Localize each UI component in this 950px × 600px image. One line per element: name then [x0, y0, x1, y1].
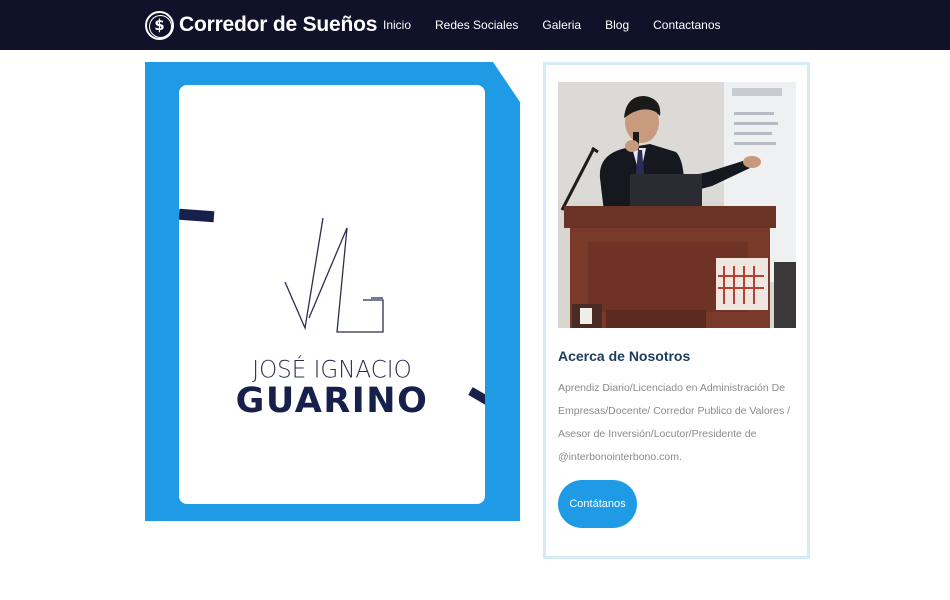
jig-monogram-icon [284, 217, 384, 333]
contact-button[interactable]: Contátanos [558, 480, 637, 528]
decorative-dash [179, 208, 215, 223]
main-nav: Inicio Redes Sociales Galeria Blog Conta… [383, 0, 745, 50]
nav-contactanos[interactable]: Contactanos [653, 18, 720, 32]
brand-name: Corredor de Sueños [179, 13, 378, 36]
logo-last-name: GUARINO [235, 381, 429, 421]
logo-first-name: JOSÉ IGNACIO [252, 356, 412, 384]
about-description: Aprendiz Diario/Licenciado en Administra… [558, 382, 791, 463]
dollar-coin-icon: $ [145, 10, 174, 40]
about-card: Acerca de Nosotros Aprendiz Diario/Licen… [543, 62, 810, 559]
nav-galeria[interactable]: Galeria [542, 18, 581, 32]
navbar: $ Corredor de Sueños Inicio Redes Social… [0, 0, 950, 50]
speaker-photo [558, 82, 796, 328]
nav-inicio[interactable]: Inicio [383, 18, 411, 32]
nav-redes-sociales[interactable]: Redes Sociales [435, 18, 518, 32]
hero-banner: JOSÉ IGNACIO GUARINO [145, 62, 520, 521]
about-title: Acerca de Nosotros [558, 348, 691, 364]
brand-link[interactable]: $ Corredor de Sueños [145, 4, 377, 46]
nav-blog[interactable]: Blog [605, 18, 629, 32]
hero-logo-card: JOSÉ IGNACIO GUARINO [179, 85, 485, 504]
